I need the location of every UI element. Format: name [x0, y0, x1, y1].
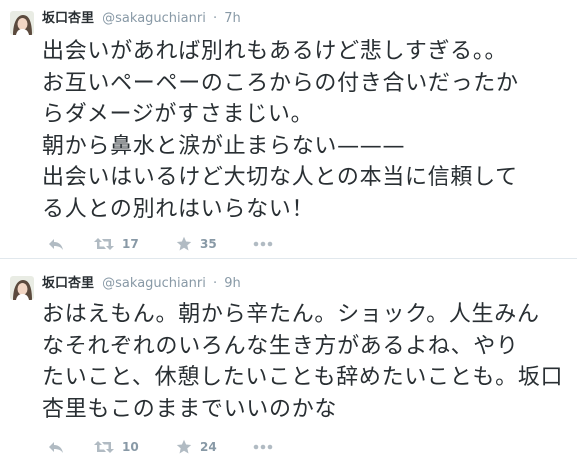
more-button[interactable] — [253, 438, 273, 456]
tweet-text: おはえもん。朝から辛たん。ショック。人生みん なそれぞれのいろんな生き方があるよ… — [42, 299, 572, 425]
tweet-header: 坂口杏里 @sakaguchianri · 9h — [42, 275, 241, 293]
tweet-header: 坂口杏里 @sakaguchianri · 7h — [42, 10, 241, 28]
tweet: 坂口杏里 @sakaguchianri · 7h 出会いがあれば別れもあるけど悲… — [0, 0, 577, 258]
more-button[interactable] — [253, 235, 273, 253]
tweet-text-line: おはえもん。朝から辛たん。ショック。人生みん — [42, 302, 540, 327]
favorite-count: 24 — [200, 440, 217, 454]
reply-button[interactable] — [48, 235, 64, 253]
retweet-button[interactable]: 10 — [94, 438, 139, 456]
reply-button[interactable] — [48, 438, 64, 456]
timestamp[interactable]: 9h — [224, 276, 241, 291]
avatar[interactable] — [10, 11, 34, 35]
display-name[interactable]: 坂口杏里 — [42, 276, 94, 291]
tweet-text-line: なそれぞれのいろんな生き方があるよね、やり — [42, 333, 519, 359]
favorite-count: 35 — [200, 237, 217, 251]
retweet-icon — [94, 238, 114, 250]
tweet-text-line: る人との別れはいらない！ — [42, 196, 315, 222]
retweet-icon — [94, 441, 114, 453]
tweet-text: 出会いがあれば別れもあるけど悲しすぎる。。 お互いペーペーのころからの付き合いだ… — [42, 36, 572, 225]
reply-icon — [49, 442, 63, 453]
reply-icon — [49, 239, 63, 250]
tweet: 坂口杏里 @sakaguchianri · 9h おはえもん。朝から辛たん。ショ… — [0, 265, 577, 465]
retweet-count: 17 — [122, 237, 139, 251]
tweet-text-line: たいこと、休憩したいことも辞めたいことも。坂口 — [42, 365, 564, 390]
tweet-text-line: お互いペーペーのころからの付き合いだったか — [42, 70, 519, 96]
tweet-text-line: 出会いはいるけど大切な人との本当に信頼して — [42, 165, 518, 190]
avatar[interactable] — [10, 276, 34, 300]
more-icon — [253, 241, 273, 247]
retweet-count: 10 — [122, 440, 139, 454]
star-icon — [176, 236, 192, 251]
display-name[interactable]: 坂口杏里 — [42, 11, 94, 26]
favorite-button[interactable]: 35 — [176, 235, 217, 253]
separator: · — [212, 11, 218, 26]
tweet-text-line: 杏里もこのままでいいのかな — [42, 396, 338, 422]
star-icon — [176, 439, 192, 454]
tweet-text-line: 朝から鼻水と涙が止まらない——— — [42, 133, 406, 159]
tweet-text-line: らダメージがすさまじい。 — [42, 102, 314, 127]
tweet-text-line: 出会いがあれば別れもあるけど悲しすぎる。。 — [42, 39, 508, 64]
favorite-button[interactable]: 24 — [176, 438, 217, 456]
more-icon — [253, 444, 273, 450]
tweet-divider — [0, 258, 577, 259]
retweet-button[interactable]: 17 — [94, 235, 139, 253]
username[interactable]: @sakaguchianri — [102, 276, 206, 291]
timestamp[interactable]: 7h — [224, 11, 241, 26]
separator: · — [212, 276, 218, 291]
username[interactable]: @sakaguchianri — [102, 11, 206, 26]
